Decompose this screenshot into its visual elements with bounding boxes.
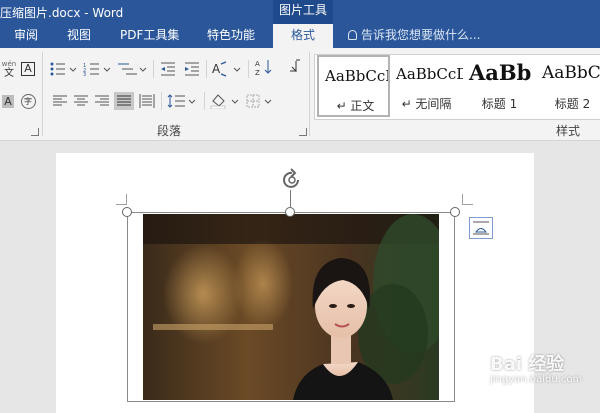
svg-text:A: A <box>212 62 221 76</box>
layout-options-button[interactable] <box>469 217 493 239</box>
style-name: 标题 1 <box>481 97 518 111</box>
increase-indent-icon <box>185 62 199 76</box>
tab-review[interactable]: 审阅 <box>14 24 38 48</box>
decrease-indent-button[interactable] <box>158 60 178 78</box>
character-border-icon: A <box>21 62 35 76</box>
align-center-icon <box>74 95 88 106</box>
justify-button[interactable] <box>114 92 134 110</box>
chinese-layout-button[interactable]: A <box>211 60 243 78</box>
style-heading-1[interactable]: AaBb 标题 1 <box>463 55 536 117</box>
line-spacing-icon <box>167 94 196 108</box>
ribbon-tab-bar: 审阅 视图 PDF工具集 特色功能 格式 告诉我您想要做什么... <box>0 24 600 48</box>
paragraph-group-label: 段落 <box>157 124 182 138</box>
resize-handle-top-left[interactable] <box>122 207 132 217</box>
svg-text:A: A <box>255 60 260 68</box>
separator <box>204 92 205 110</box>
character-border-button[interactable]: A <box>19 60 37 78</box>
style-sample: AaBbC <box>542 63 600 83</box>
selection-frame <box>127 212 455 402</box>
tell-me-placeholder: 告诉我您想要做什么... <box>361 28 481 42</box>
resize-handle-top-right[interactable] <box>450 207 460 217</box>
title-bar: 压缩图片.docx - Word 图片工具 <box>0 0 600 24</box>
align-left-button[interactable] <box>50 92 70 110</box>
numbering-icon: 123 <box>83 63 111 76</box>
tab-special-features[interactable]: 特色功能 <box>207 24 255 48</box>
align-center-button[interactable] <box>71 92 91 110</box>
tab-view[interactable]: 视图 <box>67 24 91 48</box>
style-sample: AaBbCcDd <box>325 67 388 85</box>
style-name: ↵ 正文 <box>336 99 375 113</box>
style-sample: AaBbCcDd <box>396 65 463 83</box>
enclose-characters-button[interactable]: 字 <box>18 92 38 110</box>
tab-format[interactable]: 格式 <box>273 24 333 48</box>
borders-button[interactable] <box>245 92 275 110</box>
align-left-icon <box>53 95 67 106</box>
sort-button[interactable]: AZ <box>254 58 274 76</box>
multilevel-list-button[interactable] <box>116 60 148 78</box>
styles-group-label: 样式 <box>556 124 581 138</box>
paint-bucket-icon <box>210 94 239 109</box>
bullets-icon <box>50 62 77 76</box>
align-right-icon <box>95 95 109 106</box>
svg-text:Z: Z <box>255 69 260 76</box>
window-title: 压缩图片.docx - Word <box>0 6 124 20</box>
separator <box>161 92 162 110</box>
decrease-indent-icon <box>161 62 175 76</box>
phonetic-guide-button[interactable]: wén 文 <box>0 58 18 80</box>
rotate-icon <box>283 168 299 188</box>
rotate-stem <box>290 190 291 208</box>
margin-corner-mark <box>116 194 127 205</box>
chinese-layout-icon: A <box>212 61 241 77</box>
phonetic-guide-char: 文 <box>4 67 14 79</box>
layout-options-icon <box>473 221 489 235</box>
picture-tools-context-label: 图片工具 <box>273 0 333 24</box>
enclose-characters-icon: 字 <box>20 93 36 109</box>
styles-gallery: AaBbCcDd ↵ 正文 AaBbCcDd ↵ 无间隔 AaBb 标题 1 A… <box>314 54 600 120</box>
shading-button[interactable] <box>209 92 241 110</box>
paragraph-mark-icon <box>290 59 300 73</box>
show-hide-marks-button[interactable] <box>284 58 304 76</box>
align-right-button[interactable] <box>92 92 112 110</box>
group-separator <box>42 52 43 136</box>
character-shading-icon: A <box>2 94 14 108</box>
separator <box>153 60 154 78</box>
separator <box>206 60 207 78</box>
group-separator <box>309 52 310 136</box>
separator <box>248 60 249 78</box>
style-name: ↵ 无间隔 <box>401 97 452 111</box>
rotate-handle[interactable] <box>280 168 304 192</box>
style-sample: AaBb <box>469 60 532 85</box>
distributed-button[interactable] <box>137 92 157 110</box>
style-normal[interactable]: AaBbCcDd ↵ 正文 <box>317 55 390 117</box>
phonetic-guide-pinyin: wén <box>1 59 17 68</box>
tab-pdf-tools[interactable]: PDF工具集 <box>120 24 179 48</box>
style-heading-2[interactable]: AaBbC 标题 2 <box>536 55 600 117</box>
margin-corner-mark <box>462 194 473 205</box>
font-dialog-launcher[interactable] <box>31 128 39 136</box>
multilevel-list-icon <box>118 63 147 75</box>
line-spacing-button[interactable] <box>166 92 198 110</box>
character-shading-button[interactable]: A <box>0 92 16 110</box>
style-no-spacing[interactable]: AaBbCcDd ↵ 无间隔 <box>390 55 463 117</box>
lightbulb-icon <box>348 30 357 40</box>
tell-me-search[interactable]: 告诉我您想要做什么... <box>348 24 480 48</box>
watermark-url: jingyan.baidu.com <box>490 374 583 385</box>
resize-handle-top[interactable] <box>285 207 295 217</box>
borders-icon <box>246 94 272 108</box>
sort-icon: AZ <box>255 60 272 76</box>
style-name: 标题 2 <box>554 97 591 111</box>
numbering-button[interactable]: 123 <box>82 60 112 78</box>
ribbon-panel: wén 文 A A 字 123 A AZ 段落 AaBbCc ↵ 正文 AaBb… <box>0 48 600 141</box>
justify-icon <box>117 95 131 106</box>
svg-text:3: 3 <box>83 72 86 76</box>
distributed-icon <box>139 94 155 108</box>
watermark-text: Bai 经验 <box>490 354 565 375</box>
paragraph-dialog-launcher[interactable] <box>299 128 307 136</box>
increase-indent-button[interactable] <box>182 60 202 78</box>
bullets-button[interactable] <box>48 60 78 78</box>
